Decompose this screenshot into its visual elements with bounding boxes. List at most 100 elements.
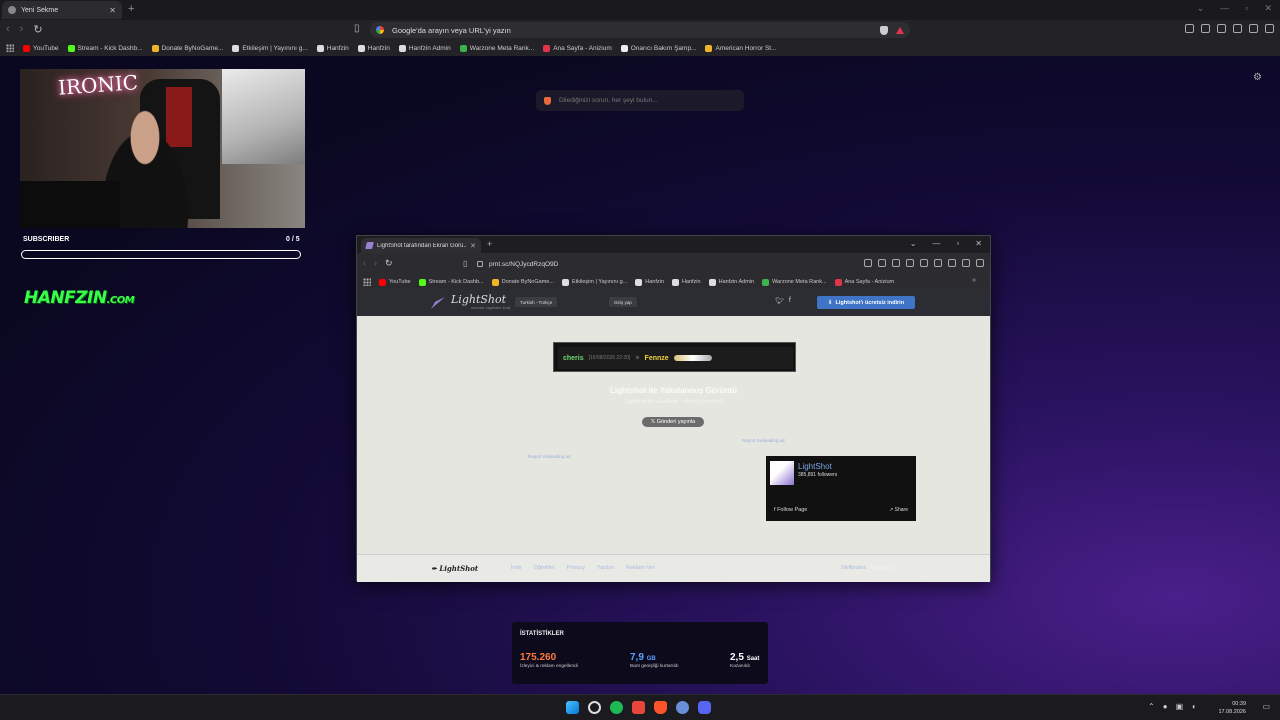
notification-icon[interactable]: ▭ bbox=[1262, 702, 1270, 711]
chevron-up-icon[interactable]: ⌃ bbox=[1148, 702, 1155, 711]
bookmark-item[interactable]: YouTube bbox=[23, 44, 59, 52]
cast-icon[interactable] bbox=[864, 259, 872, 267]
facebook-icon[interactable]: f bbox=[789, 297, 791, 305]
steam-icon[interactable] bbox=[676, 701, 689, 714]
footer-link[interactable]: Reklam Ver bbox=[626, 565, 654, 571]
tab-list-icon[interactable]: ⌄ bbox=[910, 239, 917, 248]
close-window-button[interactable]: ✕ bbox=[975, 239, 982, 248]
more-bookmarks-icon[interactable]: » bbox=[972, 277, 976, 284]
footer-credit[interactable]: Skillbrains · Lightshot bbox=[841, 565, 893, 571]
apps-icon[interactable] bbox=[6, 44, 14, 52]
new-tab-button[interactable]: + bbox=[487, 239, 492, 249]
share-button[interactable]: ↗ Share bbox=[889, 507, 908, 513]
menu-icon[interactable] bbox=[976, 259, 984, 267]
bookmark-item[interactable]: Etkileşim | Yayınını g... bbox=[232, 44, 308, 52]
twitter-icon[interactable]: 🐦︎ bbox=[775, 297, 784, 305]
report-ad-link-right[interactable]: Report misleading ad bbox=[742, 438, 785, 443]
discord-icon[interactable] bbox=[698, 701, 711, 714]
new-tab-button[interactable]: + bbox=[128, 3, 134, 15]
bookmark-item[interactable]: YouTube bbox=[379, 278, 411, 286]
bookmark-item[interactable]: Stream - Kick Dashb... bbox=[418, 278, 484, 286]
bookmark-item[interactable]: Hanfzin bbox=[357, 44, 390, 52]
search-input[interactable] bbox=[559, 97, 736, 104]
bookmark-icon[interactable]: ▯ bbox=[354, 23, 360, 34]
leo-icon[interactable] bbox=[948, 259, 956, 267]
language-select[interactable]: Turkish - Türkçe bbox=[515, 297, 558, 307]
site-info-icon[interactable] bbox=[477, 261, 483, 267]
sidebar-icon[interactable] bbox=[920, 259, 928, 267]
minimize-button[interactable]: — bbox=[1220, 3, 1229, 14]
bookmark-item[interactable]: Hanfzin Admin bbox=[398, 44, 451, 52]
extensions-icon[interactable] bbox=[906, 259, 914, 267]
extensions-icon[interactable] bbox=[1185, 24, 1194, 33]
reload-icon[interactable]: ↻ bbox=[385, 258, 393, 269]
menu-icon[interactable] bbox=[1265, 24, 1274, 33]
leo-icon[interactable] bbox=[1233, 24, 1242, 33]
page-avatar[interactable] bbox=[770, 461, 794, 485]
address-bar[interactable]: Google'da arayın veya URL'yi yazın bbox=[370, 22, 910, 38]
tab-lightshot[interactable]: LightShot tarafından Ekran Görü... ✕ bbox=[361, 238, 481, 253]
lightshot-logo[interactable]: LightShot screen capture tool bbox=[451, 293, 510, 310]
mic-icon[interactable]: ● bbox=[1163, 702, 1168, 711]
spotify-icon[interactable] bbox=[610, 701, 623, 714]
back-icon[interactable]: ‹ bbox=[363, 258, 366, 269]
wallet-icon[interactable] bbox=[1217, 24, 1226, 33]
screenshot-image[interactable]: cheris [16/08/2026 22:30] ⊗ Fennze bbox=[553, 342, 796, 372]
footer-link[interactable]: Yardım bbox=[597, 565, 614, 571]
reload-icon[interactable]: ↻ bbox=[33, 23, 42, 36]
bookmark-item[interactable]: Etkileşim | Yayınını g... bbox=[561, 278, 627, 286]
footer-logo[interactable]: ✒ LightShot bbox=[431, 564, 478, 573]
maximize-button[interactable]: ▫ bbox=[1245, 3, 1248, 14]
gear-icon[interactable]: ⚙ bbox=[1253, 72, 1262, 83]
bookmark-item[interactable]: Donate ByNoGame... bbox=[151, 44, 223, 52]
brave-rewards-icon[interactable] bbox=[892, 259, 900, 267]
inner-address-bar[interactable]: prnt.sc/NQJycdRzqO9D bbox=[477, 257, 817, 271]
bookmark-item[interactable]: Hanfzin bbox=[671, 278, 701, 286]
tab-new-tab[interactable]: Yeni Sekme ✕ bbox=[2, 1, 122, 19]
bookmark-item[interactable]: Onarıcı Bakım Şamp... bbox=[620, 44, 696, 52]
bookmark-item[interactable]: Warzone Meta Rank... bbox=[459, 44, 534, 52]
bookmark-item[interactable]: American Horror St... bbox=[705, 44, 777, 52]
bookmark-item[interactable]: Donate ByNoGame... bbox=[491, 278, 554, 286]
newtab-search[interactable] bbox=[536, 90, 744, 111]
wallet-icon[interactable] bbox=[934, 259, 942, 267]
volume-icon[interactable]: ◖ bbox=[1191, 702, 1196, 711]
forward-icon[interactable]: › bbox=[374, 258, 377, 269]
bookmark-item[interactable]: Ana Sayfa - Anizium bbox=[543, 44, 612, 52]
footer-link[interactable]: Öğretiler bbox=[534, 565, 555, 571]
footer-link[interactable]: İndir bbox=[511, 565, 522, 571]
brave-rewards-icon[interactable] bbox=[896, 26, 904, 34]
login-button[interactable]: Giriş yap bbox=[609, 297, 637, 307]
tweet-button[interactable]: 𝕏 Gönderi yayınla bbox=[642, 417, 704, 427]
minimize-button[interactable]: — bbox=[932, 239, 940, 248]
forward-icon[interactable]: › bbox=[20, 23, 24, 36]
tab-list-icon[interactable]: ⌄ bbox=[1197, 3, 1205, 14]
network-icon[interactable]: ▣ bbox=[1176, 702, 1184, 711]
vpn-icon[interactable] bbox=[962, 259, 970, 267]
bookmark-item[interactable]: Warzone Meta Rank... bbox=[762, 278, 827, 286]
maximize-button[interactable]: ▫ bbox=[956, 239, 959, 248]
calendar-icon[interactable] bbox=[632, 701, 645, 714]
sidebar-icon[interactable] bbox=[1201, 24, 1210, 33]
download-button[interactable]: ⇩ Lightshot'ı ücretsiz indirin bbox=[817, 296, 915, 309]
bookmark-item[interactable]: Ana Sayfa - Anizium bbox=[834, 278, 894, 286]
page-name[interactable]: LightShot bbox=[798, 462, 832, 471]
bookmark-item[interactable]: Hanfzin Admin bbox=[708, 278, 754, 286]
bookmark-item[interactable]: Hanfzin bbox=[316, 44, 349, 52]
start-icon[interactable] bbox=[566, 701, 579, 714]
vpn-icon[interactable] bbox=[1249, 24, 1258, 33]
brave-icon[interactable] bbox=[654, 701, 667, 714]
brave-shields-icon[interactable] bbox=[880, 25, 888, 35]
footer-link[interactable]: Privacy bbox=[567, 565, 585, 571]
clock[interactable]: 00:39 17.08.2026 bbox=[1218, 700, 1246, 716]
close-tab-icon[interactable]: ✕ bbox=[470, 242, 476, 250]
brave-shields-icon[interactable] bbox=[878, 259, 886, 267]
bookmark-item[interactable]: Hanfzin bbox=[635, 278, 664, 286]
follow-page-button[interactable]: f Follow Page bbox=[774, 507, 807, 513]
report-ad-link-left[interactable]: Report misleading ad bbox=[528, 454, 571, 459]
close-window-button[interactable]: ✕ bbox=[1264, 3, 1272, 14]
bookmark-icon[interactable]: ▯ bbox=[463, 259, 467, 268]
back-icon[interactable]: ‹ bbox=[6, 23, 10, 36]
close-tab-icon[interactable]: ✕ bbox=[109, 6, 116, 15]
search-icon[interactable] bbox=[588, 701, 601, 714]
